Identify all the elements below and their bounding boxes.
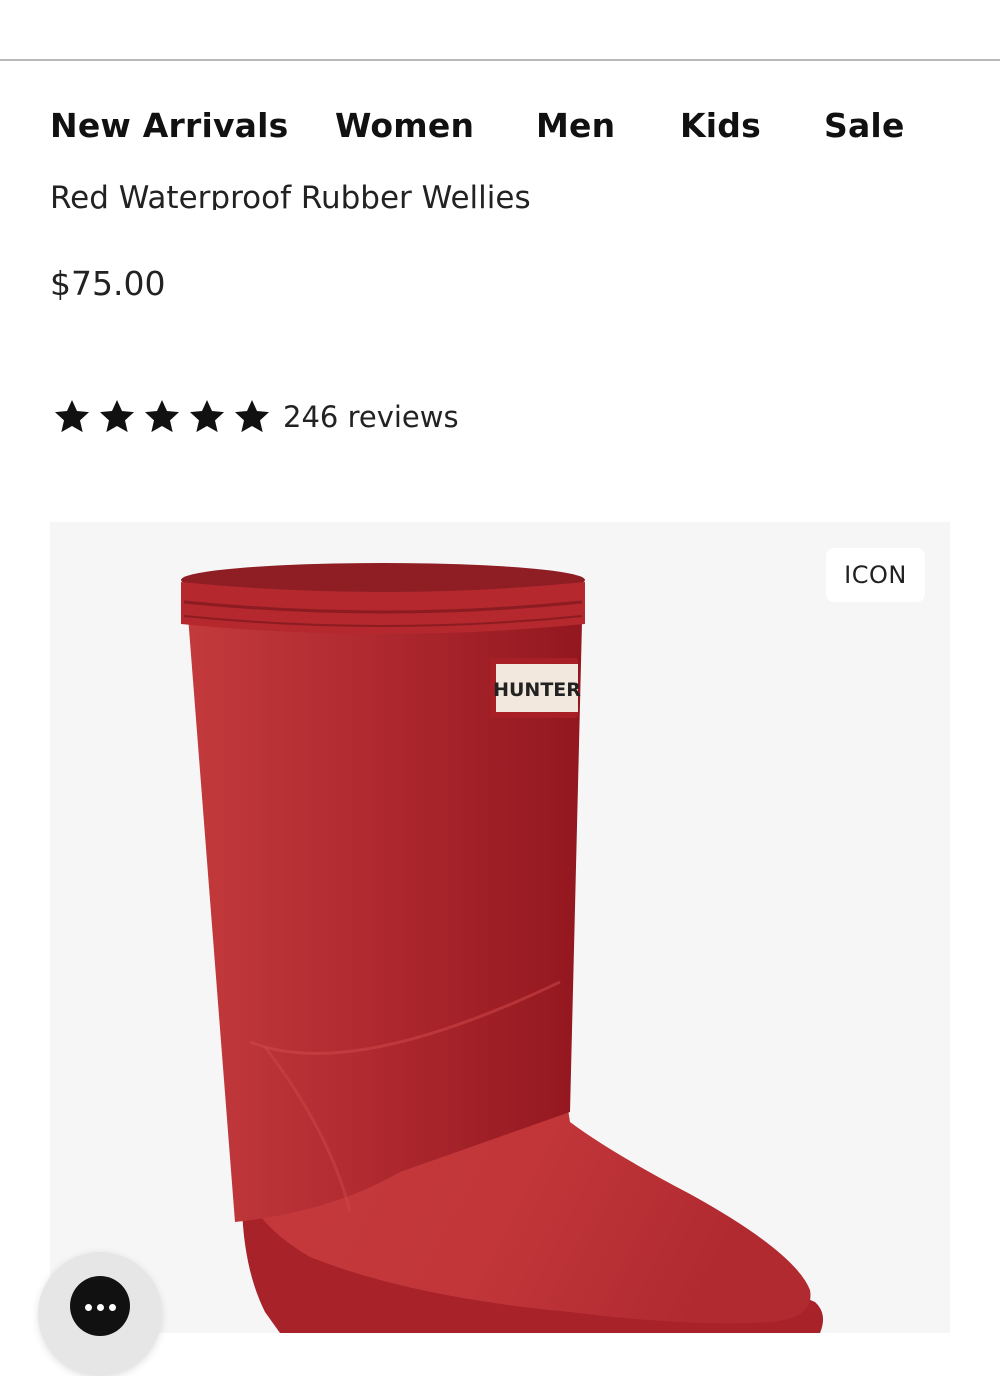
main-navigation: New Arrivals Women Men Kids Sale [0, 62, 1000, 182]
product-image-card[interactable]: HUNTER ICON [50, 522, 950, 1333]
nav-sale[interactable]: Sale [824, 106, 905, 146]
nav-women[interactable]: Women [335, 106, 474, 146]
star-icon [55, 400, 89, 433]
product-price: $75.00 [50, 264, 166, 303]
star-icon [100, 400, 134, 433]
star-icon [235, 400, 269, 433]
star-icon [190, 400, 224, 433]
nav-new-arrivals[interactable]: New Arrivals [50, 106, 289, 146]
reviews-count-link[interactable]: 246 reviews [283, 400, 459, 434]
more-dots-icon [70, 1276, 130, 1336]
nav-men[interactable]: Men [536, 106, 615, 146]
product-title: Red Waterproof Rubber Wellies [50, 180, 531, 210]
nav-kids[interactable]: Kids [680, 106, 761, 146]
product-rating[interactable]: 246 reviews [52, 394, 459, 440]
star-icon [145, 400, 179, 433]
chat-button[interactable] [38, 1252, 162, 1376]
red-rain-boot-image: HUNTER [181, 563, 824, 1333]
top-header-bar [0, 0, 1000, 61]
icon-badge: ICON [826, 548, 925, 602]
brand-label-text: HUNTER [493, 679, 581, 701]
